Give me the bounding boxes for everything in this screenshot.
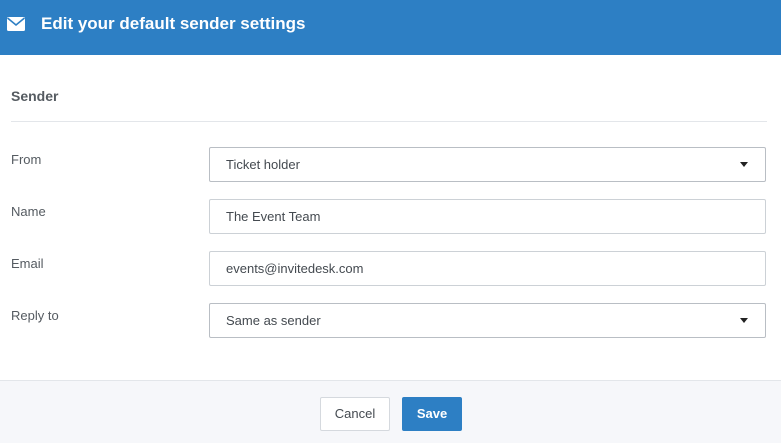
name-label: Name	[11, 204, 46, 219]
caret-down-icon	[740, 162, 748, 167]
reply-to-select-value: Same as sender	[226, 313, 321, 328]
cancel-button[interactable]: Cancel	[320, 397, 390, 431]
modal-header: Edit your default sender settings	[0, 0, 781, 55]
name-input-value: The Event Team	[226, 209, 321, 224]
from-select[interactable]: Ticket holder	[209, 147, 766, 182]
reply-to-select[interactable]: Same as sender	[209, 303, 766, 338]
from-select-value: Ticket holder	[226, 157, 300, 172]
section-title: Sender	[11, 88, 59, 104]
caret-down-icon	[740, 318, 748, 323]
email-label: Email	[11, 256, 44, 271]
modal-footer	[0, 380, 781, 443]
reply-to-label: Reply to	[11, 308, 59, 323]
email-input-value: events@invitedesk.com	[226, 261, 364, 276]
modal-title: Edit your default sender settings	[41, 14, 306, 33]
sender-settings-modal: Edit your default sender settings Sender…	[0, 0, 781, 443]
name-input[interactable]: The Event Team	[209, 199, 766, 234]
section-divider	[11, 121, 767, 122]
save-button[interactable]: Save	[402, 397, 462, 431]
email-input[interactable]: events@invitedesk.com	[209, 251, 766, 286]
envelope-icon	[7, 17, 25, 31]
from-label: From	[11, 152, 42, 167]
